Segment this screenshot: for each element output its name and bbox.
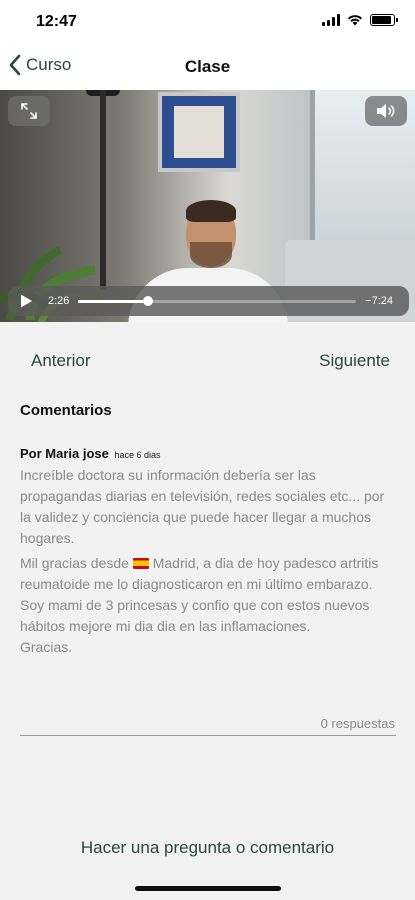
fullscreen-button[interactable] — [8, 96, 50, 126]
status-time: 12:47 — [36, 13, 77, 30]
player-controls: 2:26 −7:24 — [8, 286, 409, 316]
elapsed-time: 2:26 — [48, 295, 70, 307]
comment-paragraph: Increíble doctora su información debería… — [20, 467, 385, 546]
speaker-icon — [377, 104, 395, 118]
progress-fill — [78, 300, 148, 303]
volume-button[interactable] — [365, 96, 407, 126]
comment-text-before-flag: Mil gracias desde — [20, 555, 129, 571]
status-bar: 12:47 — [0, 0, 415, 44]
battery-level — [372, 16, 391, 24]
video-frame-poster — [158, 92, 240, 172]
comment-paragraph: Soy mami de 3 princesas y confio que con… — [20, 597, 370, 634]
previous-lesson-button[interactable]: Anterior — [31, 351, 91, 371]
progress-thumb[interactable] — [142, 296, 153, 306]
cellular-signal-icon — [322, 14, 340, 26]
next-lesson-button[interactable]: Siguiente — [319, 351, 390, 371]
spain-flag-icon — [132, 558, 149, 569]
expand-icon — [21, 103, 37, 119]
page-title: Clase — [184, 57, 231, 76]
comment-author-prefix: Por — [20, 446, 42, 461]
play-icon[interactable] — [18, 293, 34, 309]
comment-body: Increíble doctora su información debería… — [20, 465, 396, 658]
comments-heading: Comentarios — [20, 402, 112, 419]
remaining-time: −7:24 — [365, 295, 393, 307]
progress-slider[interactable] — [78, 296, 356, 306]
comment-divider — [20, 735, 396, 736]
comment-paragraph: Gracias. — [20, 639, 73, 655]
wifi-icon — [348, 15, 362, 26]
video-player[interactable]: 2:26 −7:24 — [0, 90, 415, 322]
comment-paragraph: Mil gracias desde Madrid, a dia de hoy p… — [20, 553, 396, 595]
replies-link[interactable]: 0 respuestas — [321, 716, 395, 731]
comment-date: hace 6 dias — [114, 450, 161, 460]
home-indicator — [135, 886, 281, 891]
battery-icon — [370, 14, 398, 26]
status-icons — [322, 14, 398, 26]
comment-author-line: Por Maria jose hace 6 dias — [20, 445, 396, 464]
ask-question-button[interactable]: Hacer una pregunta o comentario — [0, 838, 415, 858]
comment-item: Por Maria jose hace 6 dias Increíble doc… — [20, 445, 396, 658]
comment-author: Maria jose — [45, 446, 109, 461]
navigation-bar: Curso Clase — [0, 44, 415, 90]
